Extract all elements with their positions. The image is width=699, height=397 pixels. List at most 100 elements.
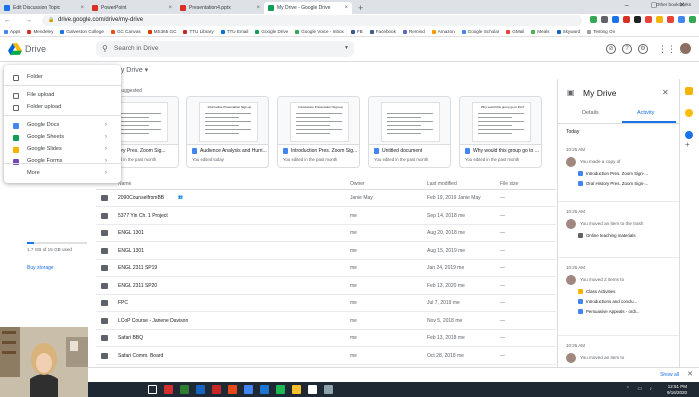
taskbar-app-icon[interactable]: [148, 385, 157, 394]
close-tab-icon[interactable]: ×: [80, 2, 84, 14]
taskbar-app-icon[interactable]: [244, 385, 253, 394]
calendar-icon[interactable]: [685, 87, 693, 95]
bookmark-item[interactable]: Skyward: [556, 29, 580, 34]
new-menu-item[interactable]: Google Forms ›: [4, 156, 121, 167]
quick-access-card[interactable]: Why would this group go to this? Why woul…: [459, 96, 542, 168]
activity-item[interactable]: Online teaching materials: [578, 233, 636, 238]
bookmark-item[interactable]: Mendeley: [27, 29, 53, 34]
extension-icon[interactable]: [678, 16, 685, 23]
taskbar-app-icon[interactable]: [324, 385, 333, 394]
show-all-downloads-button[interactable]: Show all: [660, 372, 679, 378]
extension-icon[interactable]: [623, 16, 630, 23]
activity-item[interactable]: Introductions and conclu...: [578, 299, 637, 304]
search-icon[interactable]: ⚲: [102, 44, 108, 53]
table-row[interactable]: ENGL 1301 me Aug 15, 2019 me —: [96, 243, 556, 260]
close-icon[interactable]: ✕: [687, 370, 693, 378]
activity-item[interactable]: Class Activities: [578, 289, 615, 294]
buy-storage-link[interactable]: Buy storage: [27, 265, 54, 271]
bookmark-item[interactable]: TTU Email: [220, 29, 248, 34]
table-row[interactable]: LCoP Course - Janene Davison me Nov 5, 201…: [96, 313, 556, 330]
bookmark-item[interactable]: TTU Library: [183, 29, 214, 34]
taskbar-app-icon[interactable]: [260, 385, 269, 394]
taskbar-clock[interactable]: 12:51 PM 9/16/2020: [667, 384, 687, 395]
bookmark-item[interactable]: Galveston College: [60, 29, 104, 34]
extension-icon[interactable]: [601, 16, 608, 23]
taskbar-app-icon[interactable]: [228, 385, 237, 394]
new-menu-item[interactable]: Google Sheets ›: [4, 132, 121, 143]
quick-access-card[interactable]: Introduction Presentation Sign-up Introdu…: [277, 96, 360, 168]
help-icon[interactable]: ?: [622, 44, 632, 54]
activity-item[interactable]: Introduction Pres. Zoom Sign-...: [578, 171, 648, 176]
taskbar-app-icon[interactable]: [164, 385, 173, 394]
taskbar-app-icon[interactable]: [196, 385, 205, 394]
new-menu-item[interactable]: Google Docs ›: [4, 120, 121, 131]
taskbar-app-icon[interactable]: [308, 385, 317, 394]
browser-tab[interactable]: Edit Discussion Topic ×: [0, 2, 88, 14]
bookmark-item[interactable]: Testing On: [587, 29, 615, 34]
table-row[interactable]: ENGL 2311 SP20 me Feb 13, 2020 me —: [96, 278, 556, 295]
bookmark-item[interactable]: FB: [350, 29, 363, 34]
bookmark-item[interactable]: Google Drive: [255, 29, 288, 34]
bookmark-item[interactable]: GMail: [506, 29, 524, 34]
tasks-icon[interactable]: [685, 131, 693, 139]
browser-tab[interactable]: My Drive - Google Drive ×: [264, 2, 352, 14]
table-row[interactable]: Safari BBQ me Feb 13, 2018 me —: [96, 330, 556, 347]
close-tab-icon[interactable]: ×: [256, 2, 260, 14]
bookmark-item[interactable]: Google Scholar: [461, 29, 499, 34]
taskbar-app-icon[interactable]: [276, 385, 285, 394]
column-name[interactable]: Name: [118, 181, 131, 187]
extension-icon[interactable]: [634, 16, 641, 23]
new-menu-item[interactable]: File upload: [4, 90, 121, 101]
bookmark-item[interactable]: Meals: [531, 29, 550, 34]
taskbar-app-icon[interactable]: [180, 385, 189, 394]
column-owner[interactable]: Owner: [350, 181, 365, 187]
new-tab-button[interactable]: +: [352, 2, 363, 14]
bookmark-item[interactable]: MS365 GC: [147, 29, 176, 34]
quick-access-card[interactable]: Informative Presentation Sign-up Audience…: [186, 96, 269, 168]
table-row[interactable]: 5377 Yin Ch. 1 Project me Sep 14, 2018 me —: [96, 208, 556, 225]
column-last-modified[interactable]: Last modified: [427, 181, 457, 187]
extension-icon[interactable]: [689, 16, 696, 23]
bookmark-item[interactable]: Remind: [402, 29, 425, 34]
browser-tab[interactable]: PowerPoint ×: [88, 2, 176, 14]
search-box[interactable]: ⚲ Search in Drive ▼: [96, 41, 354, 57]
browser-tab[interactable]: Presentation4.pptx ×: [176, 2, 264, 14]
table-row[interactable]: FPC me Jul 7, 2019 me —: [96, 295, 556, 312]
add-addon-icon[interactable]: +: [685, 140, 690, 149]
search-input[interactable]: Search in Drive: [114, 45, 158, 52]
close-tab-icon[interactable]: ×: [344, 2, 348, 14]
table-row[interactable]: 2090CounselfromBB 👥 Janie May Feb 19, 2019 …: [96, 190, 556, 207]
new-menu-item[interactable]: Folder: [4, 72, 121, 83]
bookmark-item[interactable]: Apps: [4, 29, 20, 34]
table-row[interactable]: ENGL 2311 SP19 me Jan 24, 2019 me —: [96, 260, 556, 277]
system-tray[interactable]: ⌃ ▭ ♪: [626, 386, 655, 392]
url-bar[interactable]: 🔒 drive.google.com/drive/my-drive: [42, 15, 582, 26]
account-avatar[interactable]: [679, 42, 692, 55]
bookmark-item[interactable]: Facebook: [369, 29, 396, 34]
keep-icon[interactable]: [685, 109, 693, 117]
quick-access-card[interactable]: Untitled document You edited in the past …: [368, 96, 451, 168]
drive-app-name[interactable]: Drive: [25, 44, 46, 54]
tab-activity[interactable]: Activity: [637, 110, 654, 116]
tab-details[interactable]: Details: [582, 110, 599, 116]
column-file-size[interactable]: File size: [500, 181, 518, 187]
table-row[interactable]: Safari Comm. Board me Oct 28, 2018 me —: [96, 348, 556, 365]
bookmark-item[interactable]: Amazon: [431, 29, 455, 34]
bookmark-item[interactable]: GC Canvas: [110, 29, 141, 34]
chevron-down-icon[interactable]: ▾: [145, 67, 149, 74]
settings-gear-icon[interactable]: ⚙: [638, 44, 648, 54]
taskbar-app-icon[interactable]: [292, 385, 301, 394]
offline-status-icon[interactable]: ⊘: [606, 44, 616, 54]
extension-icon[interactable]: [612, 16, 619, 23]
extension-icon[interactable]: [590, 16, 597, 23]
activity-item[interactable]: Persuasive Appeals - ordi...: [578, 309, 639, 314]
close-icon[interactable]: ✕: [662, 88, 669, 97]
taskbar-app-icon[interactable]: [212, 385, 221, 394]
other-bookmarks[interactable]: Other bookmarks: [656, 0, 691, 10]
activity-item[interactable]: Oral History Pres. Zoom Sign-...: [578, 181, 648, 186]
bookmark-item[interactable]: Google Voice - Inbox: [295, 29, 344, 34]
new-menu-item[interactable]: Folder upload: [4, 102, 121, 113]
new-menu-item[interactable]: Google Slides ›: [4, 144, 121, 155]
search-options-icon[interactable]: ▼: [344, 45, 349, 51]
new-menu-item[interactable]: More ›: [4, 168, 121, 179]
